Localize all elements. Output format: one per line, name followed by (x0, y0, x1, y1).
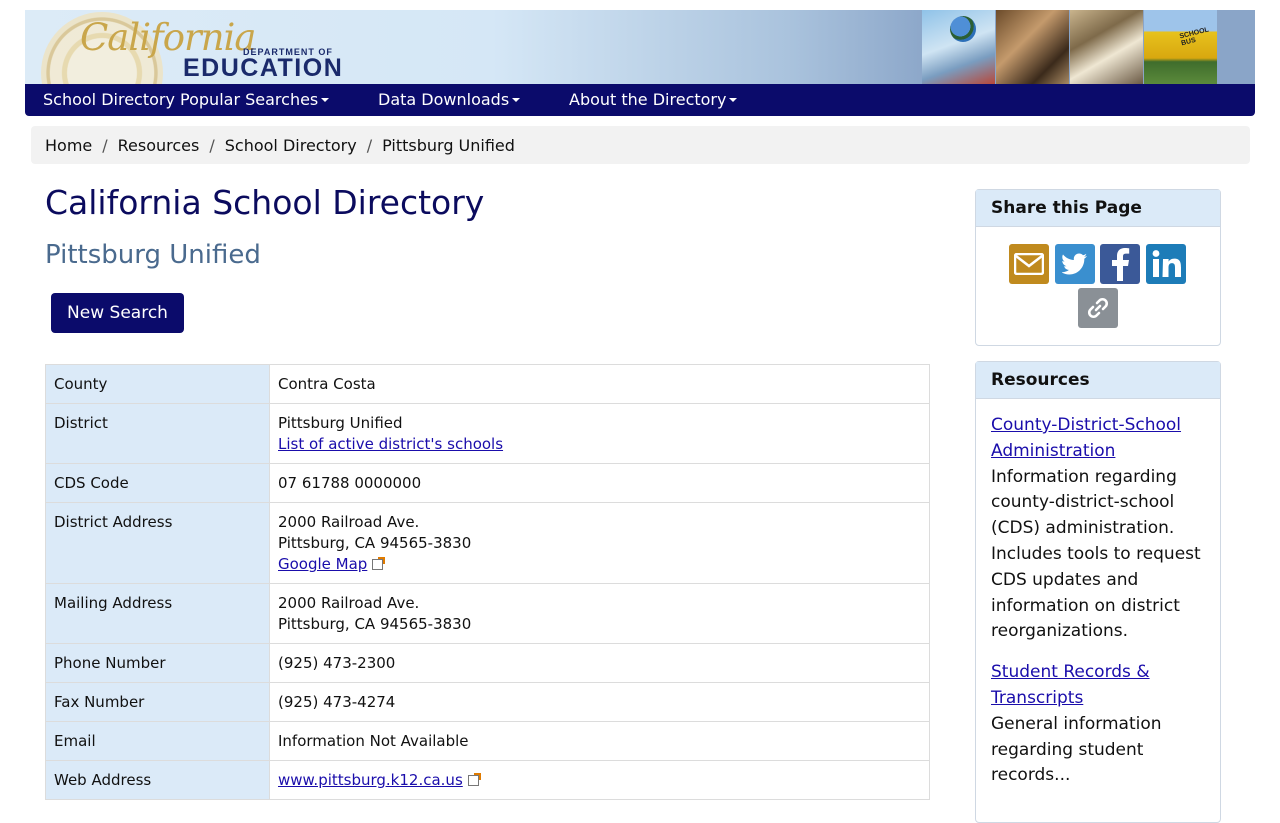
table-row: Web Address www.pittsburg.k12.ca.us (45, 760, 930, 800)
cds-code-value: 07 61788 0000000 (269, 463, 930, 503)
page-subtitle: Pittsburg Unified (45, 240, 261, 270)
mailing-address-line2: Pittsburg, CA 94565-3830 (278, 615, 472, 633)
facebook-share-icon[interactable] (1100, 244, 1140, 284)
globe-image (950, 16, 976, 42)
district-details-table: County Contra Costa District Pittsburg U… (45, 364, 930, 800)
county-value: Contra Costa (269, 364, 930, 404)
page-title: California School Directory (45, 183, 485, 222)
banner-photo-globe (922, 10, 995, 84)
table-row: Mailing Address 2000 Railroad Ave. Pitts… (45, 583, 930, 644)
share-panel: Share this Page (975, 189, 1221, 346)
logo-california[interactable]: California (80, 16, 256, 59)
table-row: Email Information Not Available (45, 721, 930, 761)
share-heading: Share this Page (976, 190, 1220, 227)
nav-data-downloads[interactable]: Data Downloads (378, 90, 521, 109)
mailing-address-label: Mailing Address (45, 583, 270, 644)
district-address-cell: 2000 Railroad Ave. Pittsburg, CA 94565-3… (269, 502, 930, 584)
phone-label: Phone Number (45, 643, 270, 683)
site-banner: California DEPARTMENT OF EDUCATION SCHOO… (25, 10, 1255, 84)
breadcrumb: Home / Resources / School Directory / Pi… (31, 126, 1250, 164)
breadcrumb-separator: / (366, 135, 373, 155)
district-address-line2: Pittsburg, CA 94565-3830 (278, 534, 472, 552)
district-cell: Pittsburg Unified List of active distric… (269, 403, 930, 464)
main-navigation: School Directory Popular Searches Data D… (25, 84, 1255, 116)
email-value: Information Not Available (269, 721, 930, 761)
school-bus-sign: SCHOOL BUS (1178, 26, 1210, 48)
web-address-label: Web Address (45, 760, 270, 800)
student-records-desc: General information regarding student re… (991, 713, 1162, 786)
table-row: District Pittsburg Unified List of activ… (45, 403, 930, 464)
copy-link-icon[interactable] (1078, 288, 1118, 328)
caret-down-icon (321, 97, 330, 102)
breadcrumb-separator: / (102, 135, 108, 155)
breadcrumb-school-directory[interactable]: School Directory (225, 136, 357, 155)
linkedin-share-icon[interactable] (1146, 244, 1186, 284)
nav-popular-searches[interactable]: School Directory Popular Searches (43, 90, 330, 109)
county-label: County (45, 364, 270, 404)
resources-heading: Resources (976, 362, 1220, 399)
mailing-address-line1: 2000 Railroad Ave. (278, 594, 420, 612)
district-value: Pittsburg Unified (278, 414, 403, 432)
nav-data-downloads-label: Data Downloads (378, 90, 510, 109)
table-row: County Contra Costa (45, 364, 930, 404)
fax-label: Fax Number (45, 682, 270, 722)
web-address-link[interactable]: www.pittsburg.k12.ca.us (278, 771, 463, 789)
breadcrumb-current: Pittsburg Unified (382, 135, 515, 155)
cds-code-label: CDS Code (45, 463, 270, 503)
phone-value: (925) 473-2300 (269, 643, 930, 683)
email-label: Email (45, 721, 270, 761)
fax-value: (925) 473-4274 (269, 682, 930, 722)
banner-photo-students (996, 10, 1069, 84)
mailing-address-cell: 2000 Railroad Ave. Pittsburg, CA 94565-3… (269, 583, 930, 644)
list-item: Student Records & Transcripts General in… (991, 660, 1205, 789)
caret-down-icon (729, 97, 738, 102)
district-address-line1: 2000 Railroad Ave. (278, 513, 420, 531)
google-map-link[interactable]: Google Map (278, 555, 367, 573)
nav-popular-searches-label: School Directory Popular Searches (43, 90, 319, 109)
new-search-button[interactable]: New Search (51, 293, 184, 333)
district-label: District (45, 403, 270, 464)
student-records-link[interactable]: Student Records & Transcripts (991, 662, 1150, 708)
table-row: CDS Code 07 61788 0000000 (45, 463, 930, 503)
resources-panel: Resources County-District-School Adminis… (975, 361, 1221, 823)
banner-photo-school-bus: SCHOOL BUS (1144, 10, 1217, 84)
caret-down-icon (512, 97, 521, 102)
breadcrumb-resources[interactable]: Resources (118, 136, 200, 155)
nav-about-directory[interactable]: About the Directory (569, 90, 738, 109)
breadcrumb-home[interactable]: Home (45, 136, 92, 155)
cds-administration-link[interactable]: County-District-School Administration (991, 415, 1181, 461)
district-address-label: District Address (45, 502, 270, 584)
table-row: Phone Number (925) 473-2300 (45, 643, 930, 683)
breadcrumb-separator: / (209, 135, 215, 155)
share-icons (976, 227, 1220, 345)
web-address-cell: www.pittsburg.k12.ca.us (269, 760, 930, 800)
list-item: County-District-School Administration In… (991, 413, 1205, 645)
cds-administration-desc: Information regarding county-district-sc… (991, 466, 1201, 642)
active-schools-link[interactable]: List of active district's schools (278, 435, 503, 453)
twitter-share-icon[interactable] (1055, 244, 1095, 284)
external-link-icon (372, 557, 386, 570)
email-share-icon[interactable] (1009, 244, 1049, 284)
resources-list: County-District-School Administration In… (976, 399, 1220, 789)
table-row: District Address 2000 Railroad Ave. Pitt… (45, 502, 930, 584)
external-link-icon (467, 773, 481, 786)
banner-photo-classroom (1070, 10, 1143, 84)
table-row: Fax Number (925) 473-4274 (45, 682, 930, 722)
logo-education[interactable]: EDUCATION (183, 54, 343, 83)
nav-about-directory-label: About the Directory (569, 90, 727, 109)
